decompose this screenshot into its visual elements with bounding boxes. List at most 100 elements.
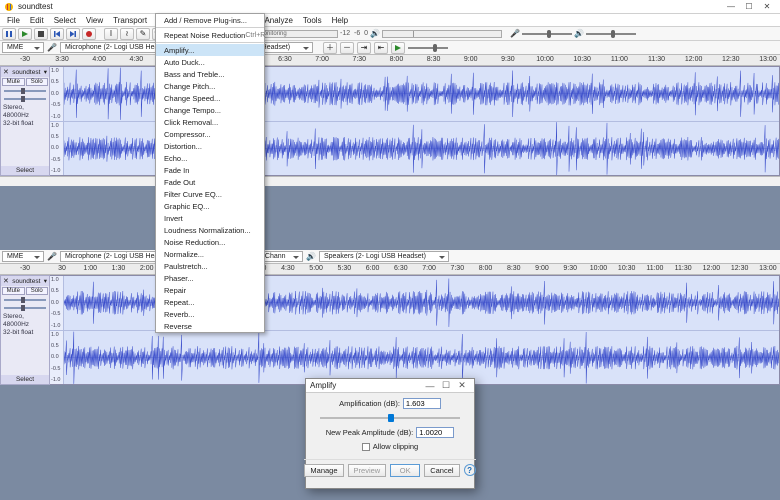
menu-help[interactable]: Help [327, 15, 353, 26]
dialog-maximize-button[interactable]: ☐ [438, 380, 454, 391]
mute-button[interactable]: Mute [2, 78, 25, 86]
menu-item-click-removal[interactable]: Click Removal... [156, 116, 264, 128]
menu-item-change-tempo[interactable]: Change Tempo... [156, 104, 264, 116]
cancel-button[interactable]: Cancel [424, 464, 459, 477]
dialog-titlebar[interactable]: Amplify — ☐ ✕ [306, 379, 474, 393]
menu-item-paulstretch[interactable]: Paulstretch... [156, 260, 264, 272]
playback-speed-slider[interactable] [408, 47, 448, 49]
menu-bar: File Edit Select View Transport Tracks G… [0, 14, 780, 27]
audio-host-combo-2[interactable]: MME [2, 251, 44, 262]
play-volume-slider[interactable] [586, 33, 636, 35]
track-control-panel[interactable]: ✕soundtest▾ MuteSolo Stereo, 48000Hz32-b… [0, 66, 50, 176]
pan-slider[interactable] [4, 98, 46, 100]
time-ruler[interactable]: -30 3:304:004:305:005:306:006:307:007:30… [0, 55, 780, 66]
menu-item-amplify[interactable]: Amplify... [156, 44, 264, 56]
mic-icon: 🎤 [47, 43, 57, 53]
pan-slider-2[interactable] [4, 307, 46, 309]
menu-item-compressor[interactable]: Compressor... [156, 128, 264, 140]
effect-menu-dropdown: Add / Remove Plug-ins... Repeat Noise Re… [155, 13, 265, 333]
minimize-button[interactable]: — [722, 1, 740, 13]
track-format-info: Stereo, 48000Hz32-bit float [1, 103, 49, 128]
menu-transport[interactable]: Transport [108, 15, 152, 26]
menu-item-fade-in[interactable]: Fade In [156, 164, 264, 176]
maximize-button[interactable]: ☐ [740, 1, 758, 13]
menu-item-repeat[interactable]: Repeat... [156, 296, 264, 308]
menu-select[interactable]: Select [49, 15, 81, 26]
track-menu-chevron-icon[interactable]: ▾ [44, 68, 47, 76]
preview-button[interactable]: Preview [348, 464, 387, 477]
amplification-slider[interactable] [320, 413, 460, 423]
stop-button[interactable] [34, 28, 48, 40]
play-at-speed-button[interactable] [391, 42, 405, 54]
audio-host-combo[interactable]: MME [2, 42, 44, 53]
track-select-label[interactable]: Select [16, 167, 34, 174]
dialog-minimize-button[interactable]: — [422, 381, 438, 391]
menu-file[interactable]: File [2, 15, 25, 26]
amplification-input[interactable] [403, 398, 441, 409]
menu-analyze[interactable]: Analyze [259, 15, 297, 26]
menu-item-repair[interactable]: Repair [156, 284, 264, 296]
output-device-combo-2[interactable]: Speakers (2- Logi USB Headset) [319, 251, 449, 262]
ok-button[interactable]: OK [390, 464, 420, 477]
menu-item-phaser[interactable]: Phaser... [156, 272, 264, 284]
track-control-panel-2[interactable]: ✕soundtest▾ MuteSolo Stereo, 48000Hz32-b… [0, 275, 50, 385]
menu-item-loudness-norm[interactable]: Loudness Normalization... [156, 224, 264, 236]
track-format-info-2: Stereo, 48000Hz32-bit float [1, 312, 49, 337]
menu-item-graphic-eq[interactable]: Graphic EQ... [156, 200, 264, 212]
device-toolbar-2: MME 🎤 Microphone (2- Logi USB Headset 2 … [0, 250, 780, 264]
device-toolbar: MME 🎤 Microphone (2- Logi USB Headset er… [0, 41, 780, 55]
menu-item-filter-curve[interactable]: Filter Curve EQ... [156, 188, 264, 200]
menu-item-noise-reduction[interactable]: Noise Reduction... [156, 236, 264, 248]
allow-clipping-checkbox[interactable]: Allow clipping [362, 442, 418, 451]
menu-item-distortion[interactable]: Distortion... [156, 140, 264, 152]
close-button[interactable]: ✕ [758, 1, 776, 13]
rec-meter-scale: -12 -6 0 [340, 30, 368, 37]
menu-item-echo[interactable]: Echo... [156, 152, 264, 164]
tool-selection[interactable]: I [104, 28, 118, 40]
channel-right-2[interactable]: 1.00.50.0-0.5-1.0 [50, 331, 779, 385]
menu-tools[interactable]: Tools [298, 15, 327, 26]
playback-meter[interactable] [382, 30, 502, 38]
solo-button-2[interactable]: Solo [26, 287, 49, 295]
help-button[interactable]: ? [464, 464, 476, 476]
tool-draw[interactable]: ✎ [136, 28, 150, 40]
fit-selection-button[interactable]: ⇥ [357, 42, 371, 54]
ruler-origin-2: -30 [0, 264, 50, 274]
menu-item-add-remove-plugins[interactable]: Add / Remove Plug-ins... [156, 14, 264, 26]
track-select-label-2[interactable]: Select [16, 376, 34, 383]
menu-item-reverb[interactable]: Reverb... [156, 308, 264, 320]
menu-view[interactable]: View [81, 15, 108, 26]
pause-button[interactable] [2, 28, 16, 40]
menu-edit[interactable]: Edit [25, 15, 49, 26]
play-button[interactable] [18, 28, 32, 40]
mute-button-2[interactable]: Mute [2, 287, 25, 295]
track-menu-chevron-icon-2[interactable]: ▾ [44, 277, 47, 285]
gain-slider-2[interactable] [4, 299, 46, 301]
skip-end-button[interactable] [66, 28, 80, 40]
gain-slider[interactable] [4, 90, 46, 92]
dialog-close-button[interactable]: ✕ [454, 380, 470, 391]
menu-item-repeat-last[interactable]: Repeat Noise ReductionCtrl+R [156, 29, 264, 41]
fit-project-button[interactable]: ⇤ [374, 42, 388, 54]
zoom-out-button[interactable]: － [340, 42, 354, 54]
tool-envelope[interactable]: ≀ [120, 28, 134, 40]
menu-item-change-speed[interactable]: Change Speed... [156, 92, 264, 104]
track-name-2[interactable]: soundtest [12, 278, 40, 285]
skip-start-button[interactable] [50, 28, 64, 40]
record-button[interactable] [82, 28, 96, 40]
solo-button[interactable]: Solo [26, 78, 49, 86]
rec-volume-slider[interactable] [522, 33, 572, 35]
zoom-in-button[interactable]: ＋ [323, 42, 337, 54]
time-ruler-2[interactable]: -30 301:001:302:002:303:003:304:004:305:… [0, 264, 780, 275]
menu-item-bass-treble[interactable]: Bass and Treble... [156, 68, 264, 80]
menu-item-fade-out[interactable]: Fade Out [156, 176, 264, 188]
new-peak-input[interactable] [416, 427, 454, 438]
menu-item-reverse[interactable]: Reverse [156, 320, 264, 332]
menu-item-change-pitch[interactable]: Change Pitch... [156, 80, 264, 92]
manage-button[interactable]: Manage [304, 464, 343, 477]
menu-item-auto-duck[interactable]: Auto Duck... [156, 56, 264, 68]
track-name[interactable]: soundtest [12, 69, 40, 76]
app-icon [4, 2, 14, 12]
menu-item-invert[interactable]: Invert [156, 212, 264, 224]
menu-item-normalize[interactable]: Normalize... [156, 248, 264, 260]
